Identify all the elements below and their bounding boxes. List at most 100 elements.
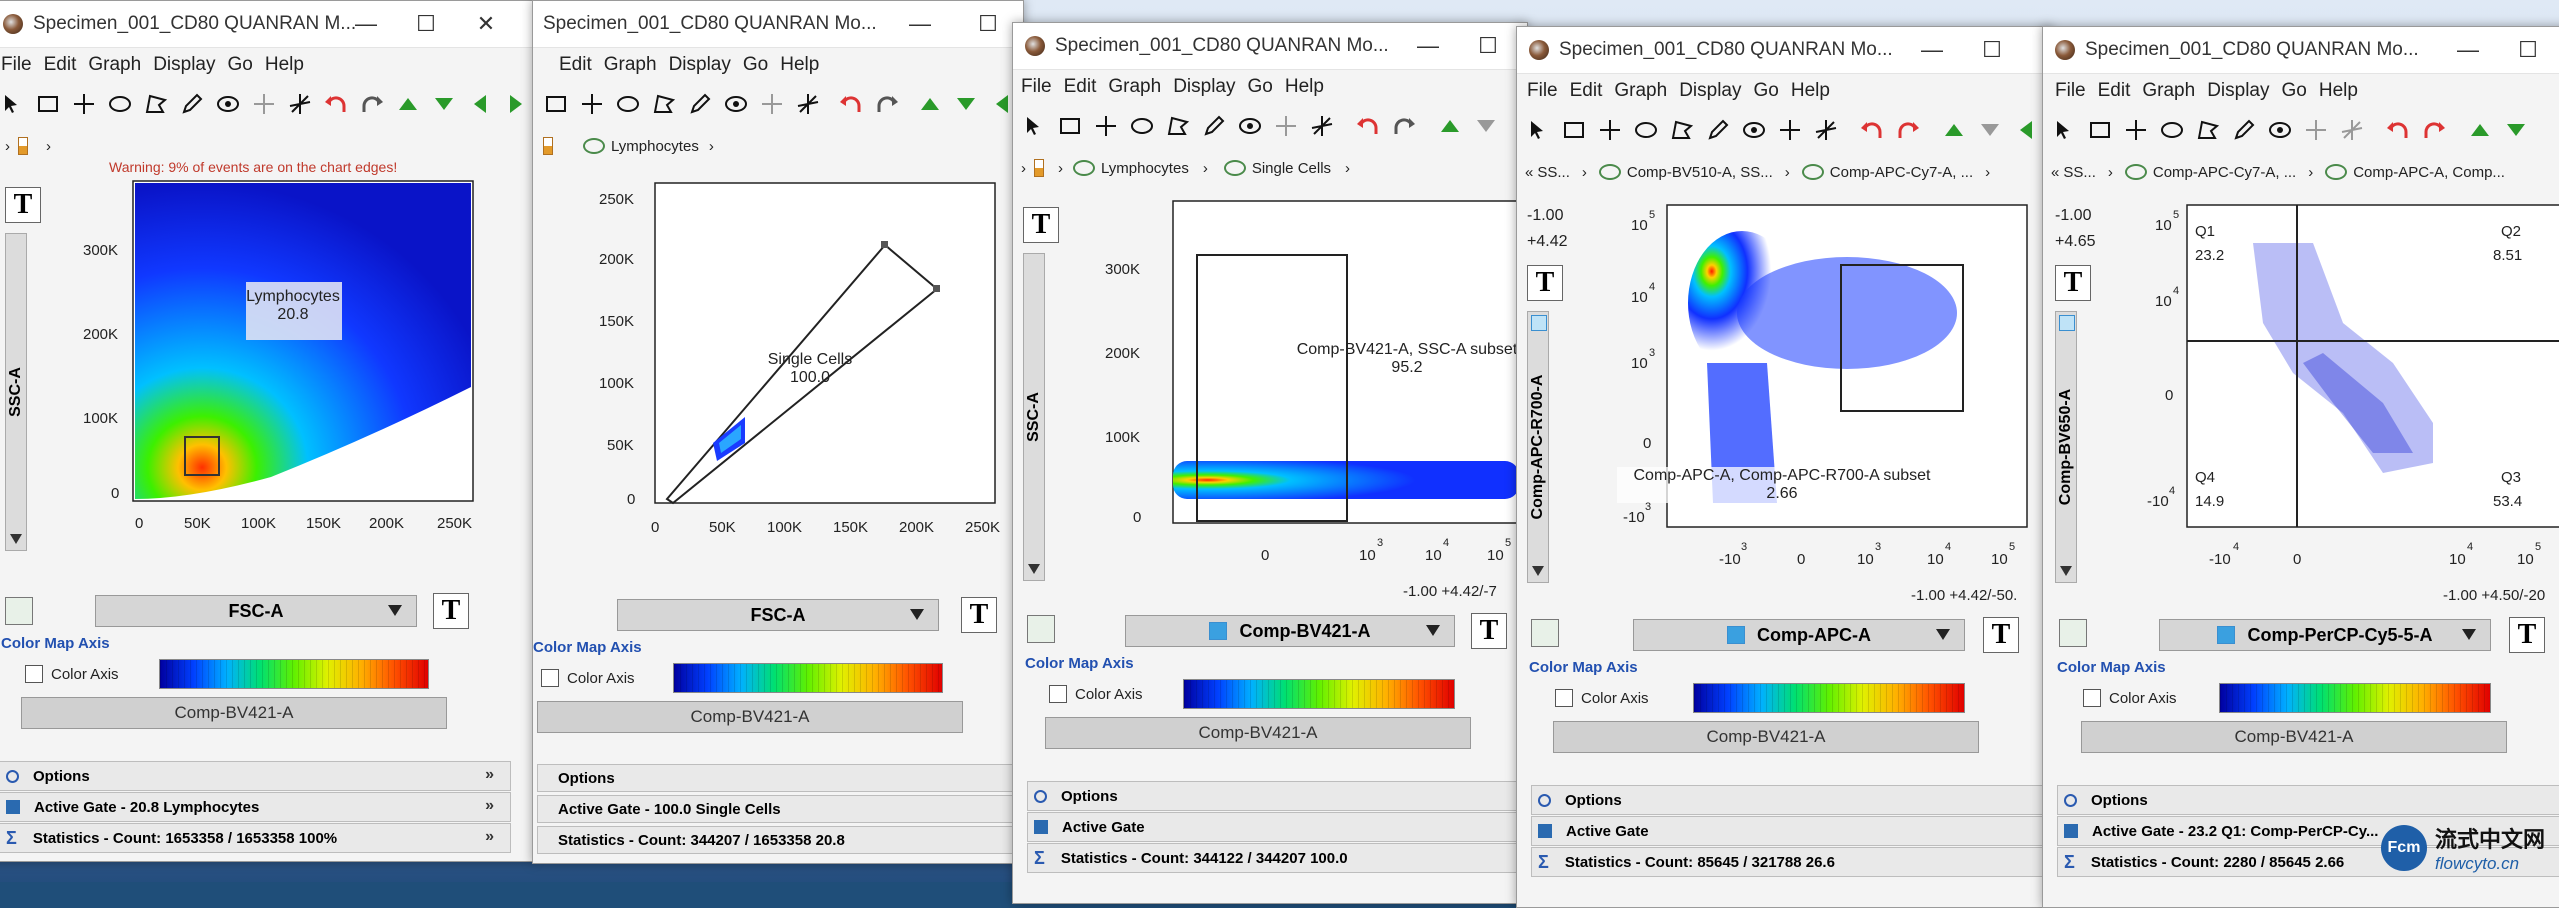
menu-help[interactable]: Help: [1791, 80, 1830, 102]
breadcrumb-item[interactable]: Single Cells: [1252, 160, 1331, 177]
maximize-button[interactable]: ☐: [2493, 27, 2559, 73]
redo-icon[interactable]: [357, 89, 387, 119]
plot-canvas[interactable]: [71, 177, 511, 517]
up-icon[interactable]: [2465, 115, 2495, 145]
up-icon[interactable]: [1939, 115, 1969, 145]
prev-icon[interactable]: [2011, 115, 2041, 145]
ellipse-icon[interactable]: [1127, 111, 1157, 141]
color-parameter-selector[interactable]: Comp-BV421-A: [1045, 717, 1471, 749]
color-parameter-selector[interactable]: Comp-BV421-A: [1553, 721, 1979, 753]
color-parameter-selector[interactable]: Comp-BV421-A: [537, 701, 963, 733]
undo-icon[interactable]: [2383, 115, 2413, 145]
gate-label[interactable]: Lymphocytes 20.8: [245, 288, 341, 324]
quad-skew-icon[interactable]: [2337, 115, 2367, 145]
tube-icon[interactable]: [543, 137, 553, 155]
quad-skew-icon[interactable]: [1811, 115, 1841, 145]
color-axis-checkbox[interactable]: [1555, 689, 1573, 707]
statistics-panel[interactable]: Σ Statistics - Count: 1653358 / 1653358 …: [0, 823, 511, 853]
menu-display[interactable]: Display: [1173, 76, 1235, 98]
down-icon[interactable]: [2501, 115, 2531, 145]
redo-icon[interactable]: [2419, 115, 2449, 145]
menu-graph[interactable]: Graph: [88, 54, 141, 76]
down-icon[interactable]: [429, 89, 459, 119]
breadcrumb-item[interactable]: Comp-APC-Cy7-A, ...: [1830, 164, 1973, 181]
menu-graph[interactable]: Graph: [1614, 80, 1667, 102]
active-gate-panel[interactable]: Active Gate: [1027, 812, 1525, 842]
tube-icon[interactable]: [1034, 159, 1044, 177]
options-panel[interactable]: Options: [2057, 785, 2559, 815]
color-map-toggle-icon[interactable]: [1531, 619, 1559, 647]
arrow-pointer-icon[interactable]: [1019, 111, 1049, 141]
ellipse-icon[interactable]: [2157, 115, 2187, 145]
down-icon[interactable]: [951, 89, 981, 119]
breadcrumb-item[interactable]: Comp-BV510-A, SS...: [1627, 164, 1773, 181]
menu-graph[interactable]: Graph: [1108, 76, 1161, 98]
pencil-icon[interactable]: [685, 89, 715, 119]
close-button[interactable]: ✕: [451, 1, 521, 47]
color-map-toggle-icon[interactable]: [5, 597, 33, 625]
x-axis-selector[interactable]: Comp-APC-A: [1633, 619, 1965, 651]
y-axis-selector[interactable]: Comp-APC-R700-A: [1527, 311, 1549, 583]
color-axis-checkbox[interactable]: [541, 669, 559, 687]
breadcrumb-item[interactable]: Lymphocytes: [1101, 160, 1189, 177]
menu-edit[interactable]: Edit: [1064, 76, 1097, 98]
rectangle-icon[interactable]: [2085, 115, 2115, 145]
text-annotate-button[interactable]: T: [1471, 613, 1507, 649]
menu-display[interactable]: Display: [1679, 80, 1741, 102]
quad-icon[interactable]: [249, 89, 279, 119]
menu-file[interactable]: File: [2055, 80, 2086, 102]
spider-icon[interactable]: [2265, 115, 2295, 145]
menu-display[interactable]: Display: [153, 54, 215, 76]
menu-file[interactable]: File: [1, 54, 32, 76]
minimize-button[interactable]: —: [885, 1, 955, 47]
spider-icon[interactable]: [1739, 115, 1769, 145]
color-parameter-selector[interactable]: Comp-BV421-A: [2081, 721, 2507, 753]
arrow-pointer-icon[interactable]: [0, 89, 27, 119]
rectangle-icon[interactable]: [1559, 115, 1589, 145]
color-axis-checkbox[interactable]: [25, 665, 43, 683]
color-axis-checkbox[interactable]: [1049, 685, 1067, 703]
polygon-icon[interactable]: [1163, 111, 1193, 141]
menu-help[interactable]: Help: [1285, 76, 1324, 98]
breadcrumb-item[interactable]: Lymphocytes: [611, 138, 699, 155]
crosshair-icon[interactable]: [1595, 115, 1625, 145]
redo-icon[interactable]: [1389, 111, 1419, 141]
pencil-icon[interactable]: [1703, 115, 1733, 145]
ellipse-icon[interactable]: [1631, 115, 1661, 145]
rectangle-icon[interactable]: [1055, 111, 1085, 141]
polygon-icon[interactable]: [141, 89, 171, 119]
text-annotate-button[interactable]: T: [2055, 265, 2091, 301]
rectangle-icon[interactable]: [541, 89, 571, 119]
y-axis-selector[interactable]: Comp-BV650-A: [2055, 311, 2077, 583]
breadcrumb-item[interactable]: Comp-APC-Cy7-A, ...: [2153, 164, 2296, 181]
undo-icon[interactable]: [1857, 115, 1887, 145]
menu-help[interactable]: Help: [2319, 80, 2358, 102]
menu-file[interactable]: File: [1527, 80, 1558, 102]
quad-icon[interactable]: [1775, 115, 1805, 145]
crosshair-icon[interactable]: [69, 89, 99, 119]
quad-skew-icon[interactable]: [793, 89, 823, 119]
polygon-icon[interactable]: [1667, 115, 1697, 145]
arrow-pointer-icon[interactable]: [1523, 115, 1553, 145]
x-axis-selector[interactable]: FSC-A: [617, 599, 939, 631]
active-gate-panel[interactable]: Active Gate: [1531, 816, 2049, 846]
active-gate-panel[interactable]: Active Gate - 20.8 Lymphocytes »: [0, 792, 511, 822]
spider-icon[interactable]: [721, 89, 751, 119]
menu-go[interactable]: Go: [2282, 80, 2307, 102]
menu-display[interactable]: Display: [669, 54, 731, 76]
y-axis-selector[interactable]: SSC-A: [5, 233, 27, 551]
quad-skew-icon[interactable]: [285, 89, 315, 119]
active-gate-panel[interactable]: Active Gate - 100.0 Single Cells: [537, 795, 1015, 823]
x-axis-selector[interactable]: FSC-A: [95, 595, 417, 627]
color-axis-checkbox[interactable]: [2083, 689, 2101, 707]
redo-icon[interactable]: [872, 89, 902, 119]
text-annotate-button[interactable]: T: [433, 593, 469, 629]
pencil-icon[interactable]: [2229, 115, 2259, 145]
options-panel[interactable]: Options: [537, 764, 1015, 792]
menu-help[interactable]: Help: [780, 54, 819, 76]
rectangle-icon[interactable]: [33, 89, 63, 119]
menu-edit[interactable]: Edit: [44, 54, 77, 76]
pencil-icon[interactable]: [1199, 111, 1229, 141]
maximize-button[interactable]: ☐: [1453, 23, 1523, 69]
ellipse-icon[interactable]: [105, 89, 135, 119]
